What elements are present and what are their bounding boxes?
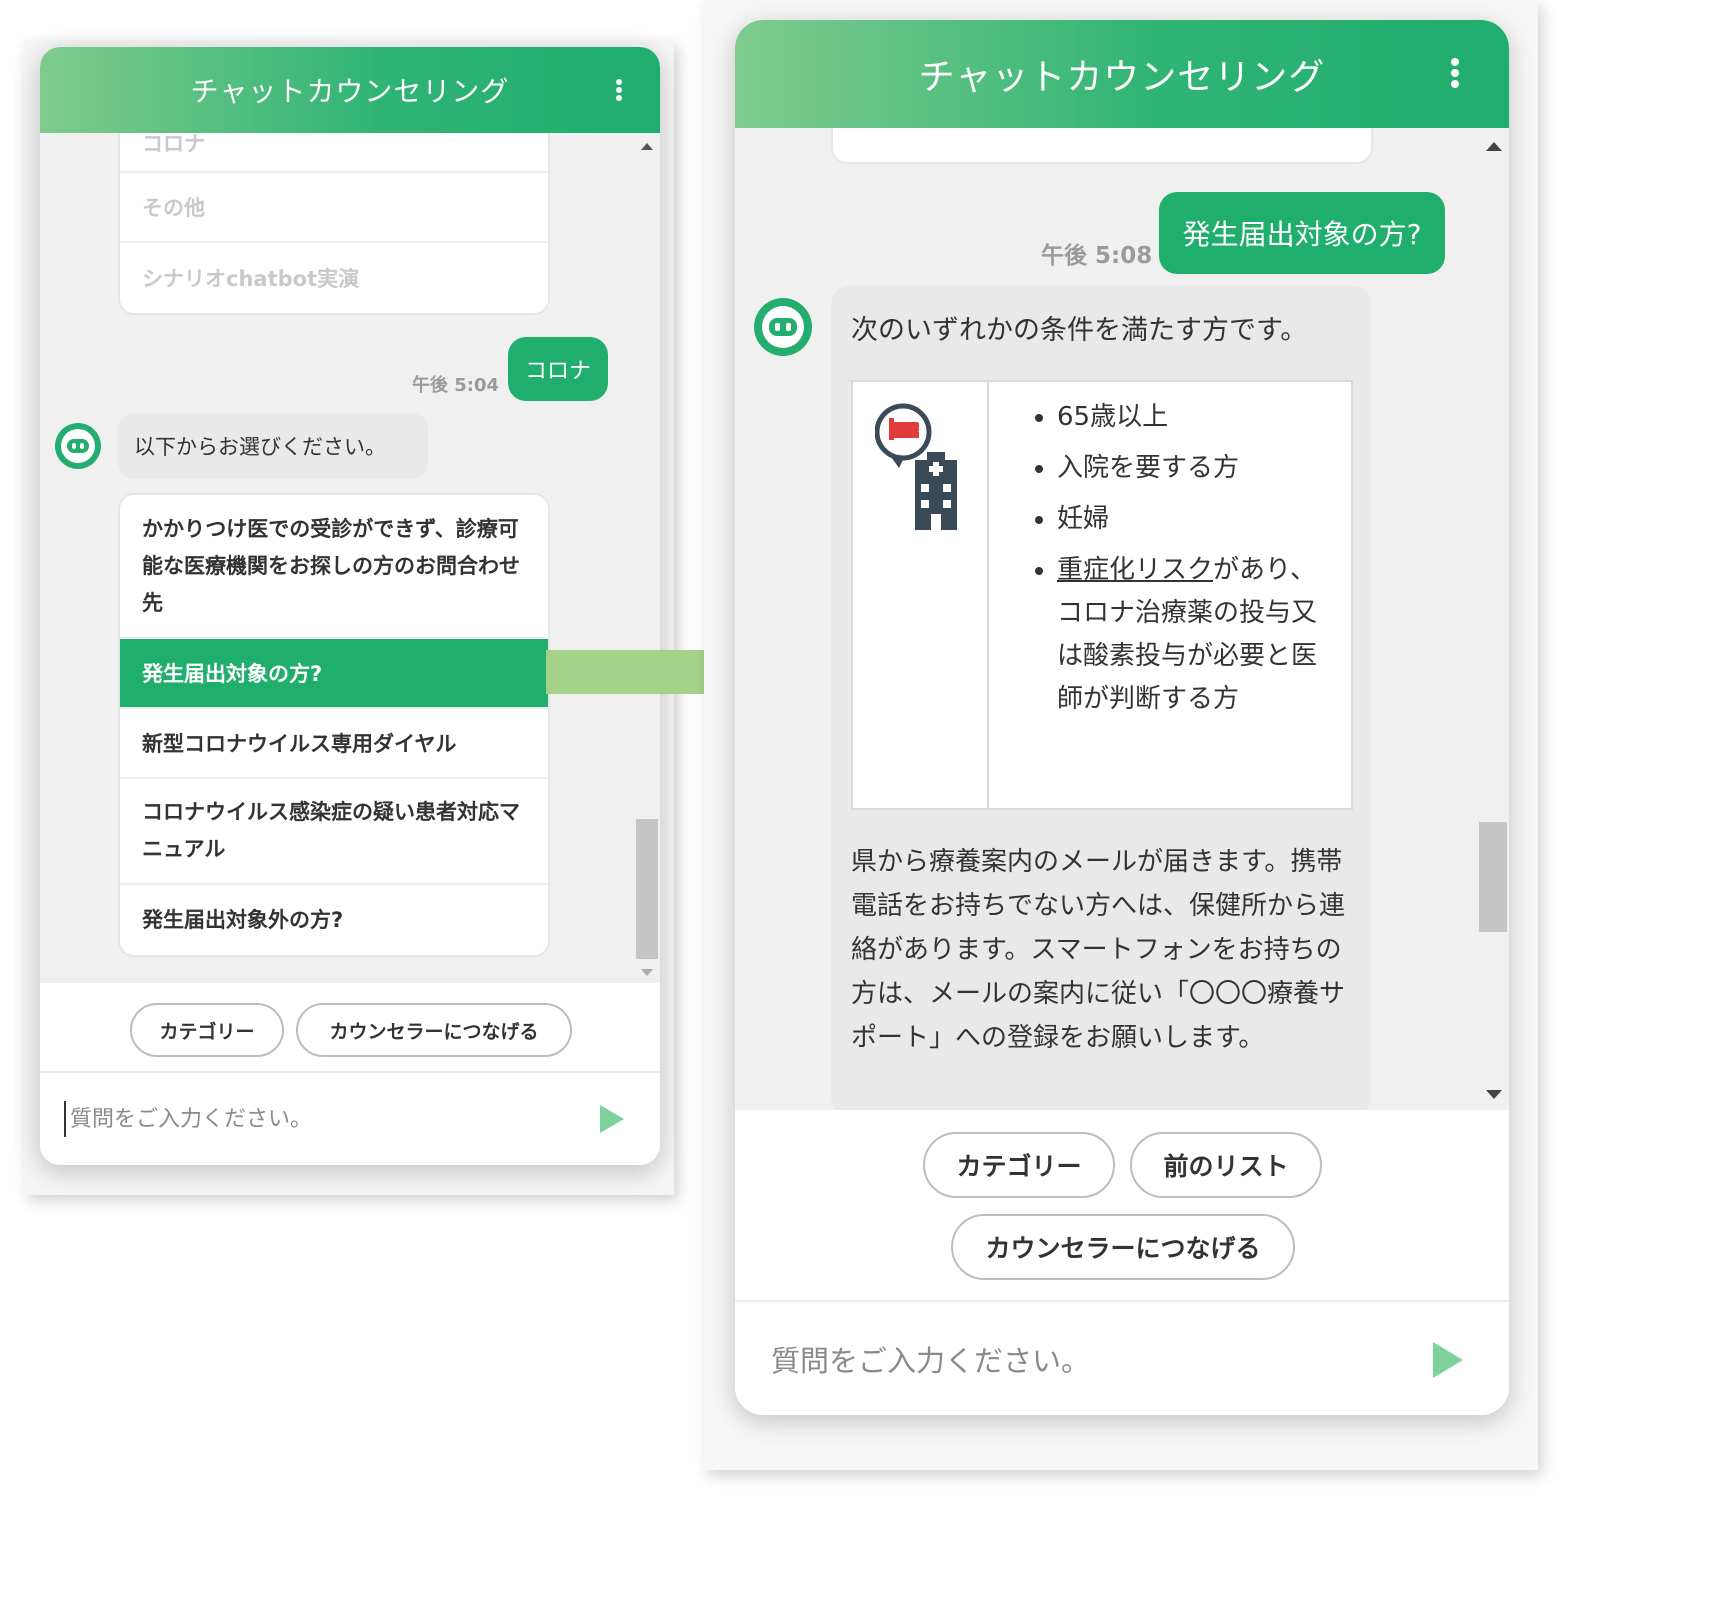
send-icon[interactable] xyxy=(600,1105,624,1133)
table-divider xyxy=(987,382,989,808)
connect-counselor-button[interactable]: カウンセラーにつなげる xyxy=(951,1214,1295,1280)
previous-list-button[interactable]: 前のリスト xyxy=(1130,1132,1322,1198)
right-message-area[interactable]: 午後 5:08 発生届出対象の方? 次のいずれかの条件を満たす方です。 • 65… xyxy=(735,128,1509,1110)
severe-risk-link[interactable]: 重症化リスク xyxy=(1057,555,1213,585)
conditions-table: 65歳以上 入院を要する方 妊婦 重症化リスクがあり、コロナ治療薬の投与又は酸素… xyxy=(851,380,1353,810)
scroll-up-icon[interactable] xyxy=(641,143,653,150)
bot-answer-bubble: 次のいずれかの条件を満たす方です。 • 65歳以上 • 入院を要する方 • 妊婦… xyxy=(831,286,1371,1110)
option-item[interactable]: その他 xyxy=(120,173,548,243)
kebab-menu-icon[interactable] xyxy=(1451,58,1459,88)
scroll-down-icon[interactable] xyxy=(1486,1090,1502,1099)
right-input-area xyxy=(735,1300,1509,1415)
left-question-input[interactable] xyxy=(68,1097,572,1141)
condition-item-risk: 重症化リスクがあり、コロナ治療薬の投与又は酸素投与が必要と医師が判断する方 xyxy=(1057,549,1333,721)
option-not-notified[interactable]: 発生届出対象外の方? xyxy=(120,885,548,953)
option-item[interactable]: シナリオchatbot実演 xyxy=(120,243,548,313)
right-chat-header: チャットカウンセリング xyxy=(735,20,1509,128)
left-input-area xyxy=(40,1071,660,1165)
option-find-clinic[interactable]: かかりつけ医での受診ができず、診療可能な医療機関をお探しの方のお問合わせ先 xyxy=(120,495,548,639)
bot-intro-text: 次のいずれかの条件を満たす方です。 xyxy=(851,315,1308,346)
scroll-up-icon[interactable] xyxy=(1486,142,1502,151)
category-button[interactable]: カテゴリー xyxy=(130,1003,284,1057)
option-notified-person[interactable]: 発生届出対象の方? xyxy=(120,639,548,709)
bot-avatar-icon xyxy=(754,298,812,356)
connect-counselor-button[interactable]: カウンセラーにつなげる xyxy=(296,1003,572,1057)
option-covid-dial[interactable]: 新型コロナウイルス専用ダイヤル xyxy=(120,709,548,779)
left-header-title: チャットカウンセリング xyxy=(190,75,510,108)
text-cursor xyxy=(64,1101,66,1137)
right-header-title: チャットカウンセリング xyxy=(918,57,1326,98)
right-scroll-thumb[interactable] xyxy=(1479,822,1507,932)
right-question-input[interactable] xyxy=(769,1336,1393,1386)
kebab-menu-icon[interactable] xyxy=(616,79,622,101)
right-quick-reply-bar: カテゴリー 前のリスト カウンセラーにつなげる xyxy=(735,1110,1509,1300)
right-scrollbar[interactable] xyxy=(1477,128,1509,1110)
left-options-card-top: コロナ その他 シナリオchatbot実演 xyxy=(118,133,550,315)
hospital-bed-icon xyxy=(875,403,957,530)
user-message-bubble: 発生届出対象の方? xyxy=(1159,192,1445,274)
user-message-bubble: コロナ xyxy=(508,337,608,401)
left-message-area[interactable]: コロナ その他 シナリオchatbot実演 午後 5:04 コロナ 以下からお選… xyxy=(40,133,660,983)
condition-item: 65歳以上 xyxy=(1057,396,1333,439)
condition-item: 入院を要する方 xyxy=(1057,447,1333,490)
left-options-card: かかりつけ医での受診ができず、診療可能な医療機関をお探しの方のお問合わせ先 発生… xyxy=(118,493,550,957)
conditions-list: 65歳以上 入院を要する方 妊婦 重症化リスクがあり、コロナ治療薬の投与又は酸素… xyxy=(1023,396,1333,721)
send-icon[interactable] xyxy=(1433,1342,1463,1378)
option-suspected-manual[interactable]: コロナウイルス感染症の疑い患者対応マニュアル xyxy=(120,779,548,885)
left-scroll-thumb[interactable] xyxy=(636,819,658,959)
scroll-down-icon[interactable] xyxy=(641,969,653,976)
user-message-time: 午後 5:04 xyxy=(412,375,500,396)
left-quick-reply-bar: カテゴリー カウンセラーにつなげる xyxy=(40,983,660,1071)
left-chat-header: チャットカウンセリング xyxy=(40,47,660,133)
right-chat-window: チャットカウンセリング 午後 5:08 発生届出対象の方? 次のいずれかの条件を… xyxy=(735,20,1509,1415)
bot-message-bubble: 以下からお選びください。 xyxy=(118,413,428,479)
right-options-card-top xyxy=(831,128,1373,164)
bot-avatar-icon xyxy=(55,423,101,469)
category-button[interactable]: カテゴリー xyxy=(923,1132,1115,1198)
user-message-time: 午後 5:08 xyxy=(1041,243,1153,269)
option-item[interactable]: コロナ xyxy=(120,133,548,173)
condition-item: 妊婦 xyxy=(1057,498,1333,541)
bot-note-text: 県から療養案内のメールが届きます。携帯電話をお持ちでない方へは、保健所から連絡が… xyxy=(851,847,1346,1053)
left-chat-window: チャットカウンセリング コロナ その他 シナリオchatbot実演 午後 5:0… xyxy=(40,47,660,1165)
